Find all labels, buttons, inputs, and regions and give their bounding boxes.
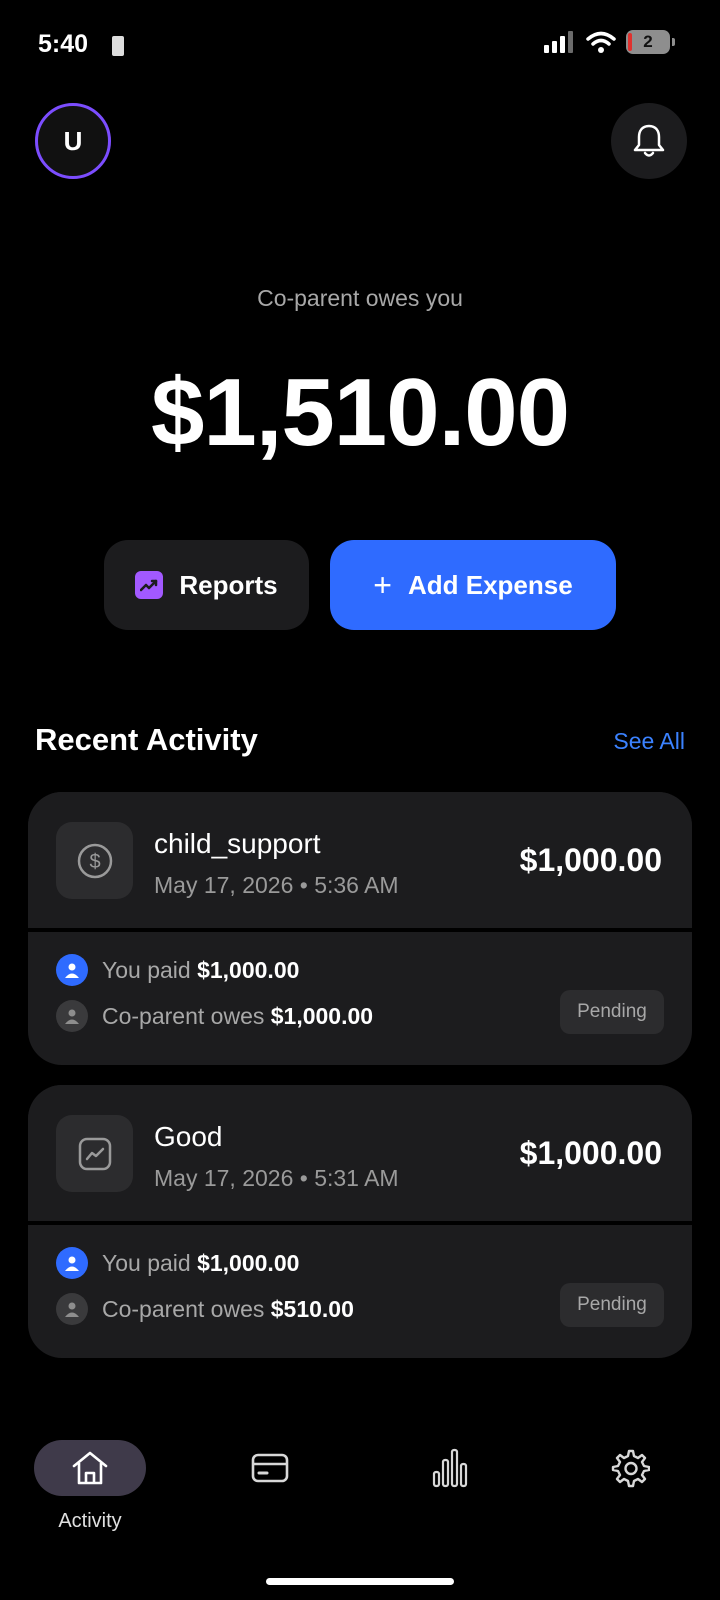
status-bar: 5:40 2: [0, 0, 720, 92]
battery-icon: 2: [626, 30, 675, 54]
card-details: You paid $1,000.00 Co-parent owes $510.0…: [28, 1225, 692, 1358]
trend-chart-icon: [56, 1115, 133, 1192]
status-indicators: 2: [544, 30, 675, 54]
signal-icon: [544, 31, 573, 53]
card-details: You paid $1,000.00 Co-parent owes $1,000…: [28, 932, 692, 1065]
reports-label: Reports: [179, 569, 278, 600]
coparent-owes-row: Co-parent owes $510.00: [56, 1293, 354, 1325]
wifi-icon: [586, 31, 616, 53]
coparent-owes-amount: $1,000.00: [270, 1002, 374, 1029]
card-header: $ child_support May 17, 2026 • 5:36 AM $…: [28, 792, 692, 928]
section-title: Recent Activity: [35, 722, 258, 757]
sim-icon: [112, 36, 124, 56]
you-paid-label: You paid: [102, 1249, 191, 1276]
coparent-owes-amount: $510.00: [270, 1295, 354, 1322]
reports-button[interactable]: Reports: [104, 540, 309, 630]
notifications-button[interactable]: [611, 103, 687, 179]
coparent-owes-row: Co-parent owes $1,000.00: [56, 1000, 373, 1032]
add-expense-label: Add Expense: [407, 569, 573, 600]
balance-amount: $1,510.00: [150, 359, 570, 466]
see-all-link[interactable]: See All: [613, 728, 685, 755]
battery-level: 2: [643, 32, 653, 51]
activity-card[interactable]: $ child_support May 17, 2026 • 5:36 AM $…: [28, 792, 692, 1065]
card-header: Good May 17, 2026 • 5:31 AM $1,000.00: [28, 1085, 692, 1221]
dollar-circle-icon: $: [56, 822, 133, 899]
expense-date: May 17, 2026 • 5:36 AM: [154, 872, 399, 898]
status-time: 5:40: [38, 30, 89, 58]
nav-item-payments[interactable]: [214, 1440, 326, 1496]
nav-item-reports[interactable]: [394, 1440, 506, 1496]
trend-icon: [135, 571, 164, 599]
coparent-owes-label: Co-parent owes: [102, 1002, 265, 1029]
balance-label: Co-parent owes you: [257, 285, 463, 311]
nav-label-activity: Activity: [58, 1510, 122, 1532]
expense-date: May 17, 2026 • 5:31 AM: [154, 1165, 399, 1191]
plus-icon: +: [373, 567, 392, 603]
status-badge: Pending: [560, 990, 664, 1034]
avatar-initial: U: [63, 125, 83, 156]
nav-item-activity[interactable]: [34, 1440, 146, 1496]
home-indicator: [266, 1578, 454, 1585]
expense-amount: $1,000.00: [519, 842, 662, 878]
svg-text:$: $: [89, 851, 100, 873]
person-icon: [56, 1293, 88, 1325]
expense-amount: $1,000.00: [519, 1135, 662, 1171]
coparent-owes-label: Co-parent owes: [102, 1295, 265, 1322]
expense-title: Good: [154, 1121, 223, 1152]
you-paid-amount: $1,000.00: [197, 956, 300, 983]
person-icon: [56, 1247, 88, 1279]
status-badge: Pending: [560, 1283, 664, 1327]
person-icon: [56, 954, 88, 986]
card-icon: [251, 1453, 289, 1483]
activity-card[interactable]: Good May 17, 2026 • 5:31 AM $1,000.00 Yo…: [28, 1085, 692, 1358]
avatar[interactable]: U: [35, 103, 111, 179]
add-expense-button[interactable]: + Add Expense: [330, 540, 616, 630]
person-icon: [56, 1000, 88, 1032]
you-paid-row: You paid $1,000.00: [56, 1247, 299, 1279]
you-paid-amount: $1,000.00: [197, 1249, 300, 1276]
bell-icon: [633, 124, 665, 157]
expense-title: child_support: [154, 828, 321, 859]
bottom-nav: Activity: [0, 1400, 720, 1560]
bar-chart-icon: [432, 1448, 468, 1488]
nav-item-settings[interactable]: [574, 1440, 686, 1496]
gear-icon: [611, 1449, 650, 1488]
you-paid-label: You paid: [102, 956, 191, 983]
home-icon: [72, 1451, 108, 1485]
you-paid-row: You paid $1,000.00: [56, 954, 299, 986]
